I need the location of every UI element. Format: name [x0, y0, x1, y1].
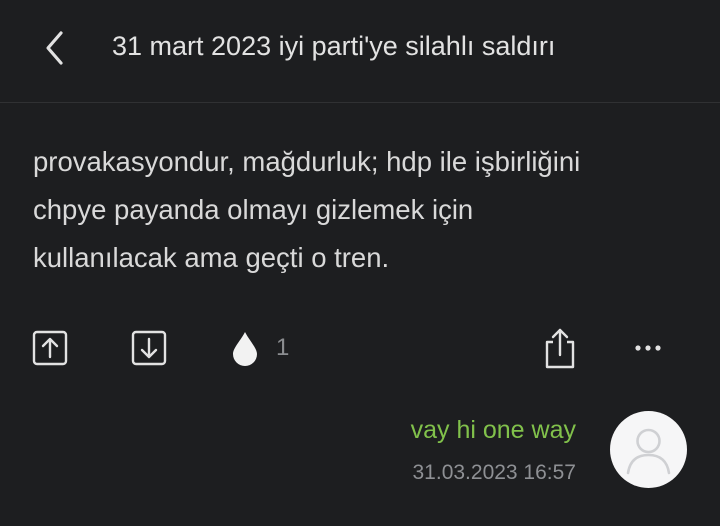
- more-horizontal-icon: [635, 345, 661, 351]
- favorite-button[interactable]: [225, 326, 265, 370]
- drop-icon: [233, 332, 257, 366]
- favorite-count: 1: [276, 334, 290, 361]
- downvote-button[interactable]: [129, 326, 169, 370]
- default-avatar-icon: [626, 428, 671, 475]
- page-title: 31 mart 2023 iyi parti'ye silahlı saldır…: [112, 31, 556, 61]
- entry-line: kullanılacak ama geçti o tren.: [33, 242, 390, 273]
- share-icon: [545, 328, 575, 369]
- entry-content: provakasyondur, mağdurluk; hdp ile işbir…: [33, 138, 693, 282]
- entry-date[interactable]: 31.03.2023 16:57: [413, 461, 577, 485]
- author-name[interactable]: vay hi one way: [411, 416, 576, 445]
- arrow-up-box-icon: [32, 330, 68, 366]
- more-options-button[interactable]: [628, 326, 668, 370]
- author-avatar[interactable]: [610, 411, 687, 488]
- arrow-down-box-icon: [131, 330, 167, 366]
- chevron-left-icon: [46, 31, 63, 65]
- entry-line: chpye payanda olmayı gizlemek için: [33, 194, 474, 225]
- back-button[interactable]: [30, 25, 80, 71]
- upvote-button[interactable]: [30, 326, 70, 370]
- share-button[interactable]: [540, 326, 580, 370]
- entry-line: provakasyondur, mağdurluk; hdp ile işbir…: [33, 146, 581, 177]
- entry-actions: 1: [0, 320, 720, 376]
- top-bar: 31 mart 2023 iyi parti'ye silahlı saldır…: [0, 0, 720, 103]
